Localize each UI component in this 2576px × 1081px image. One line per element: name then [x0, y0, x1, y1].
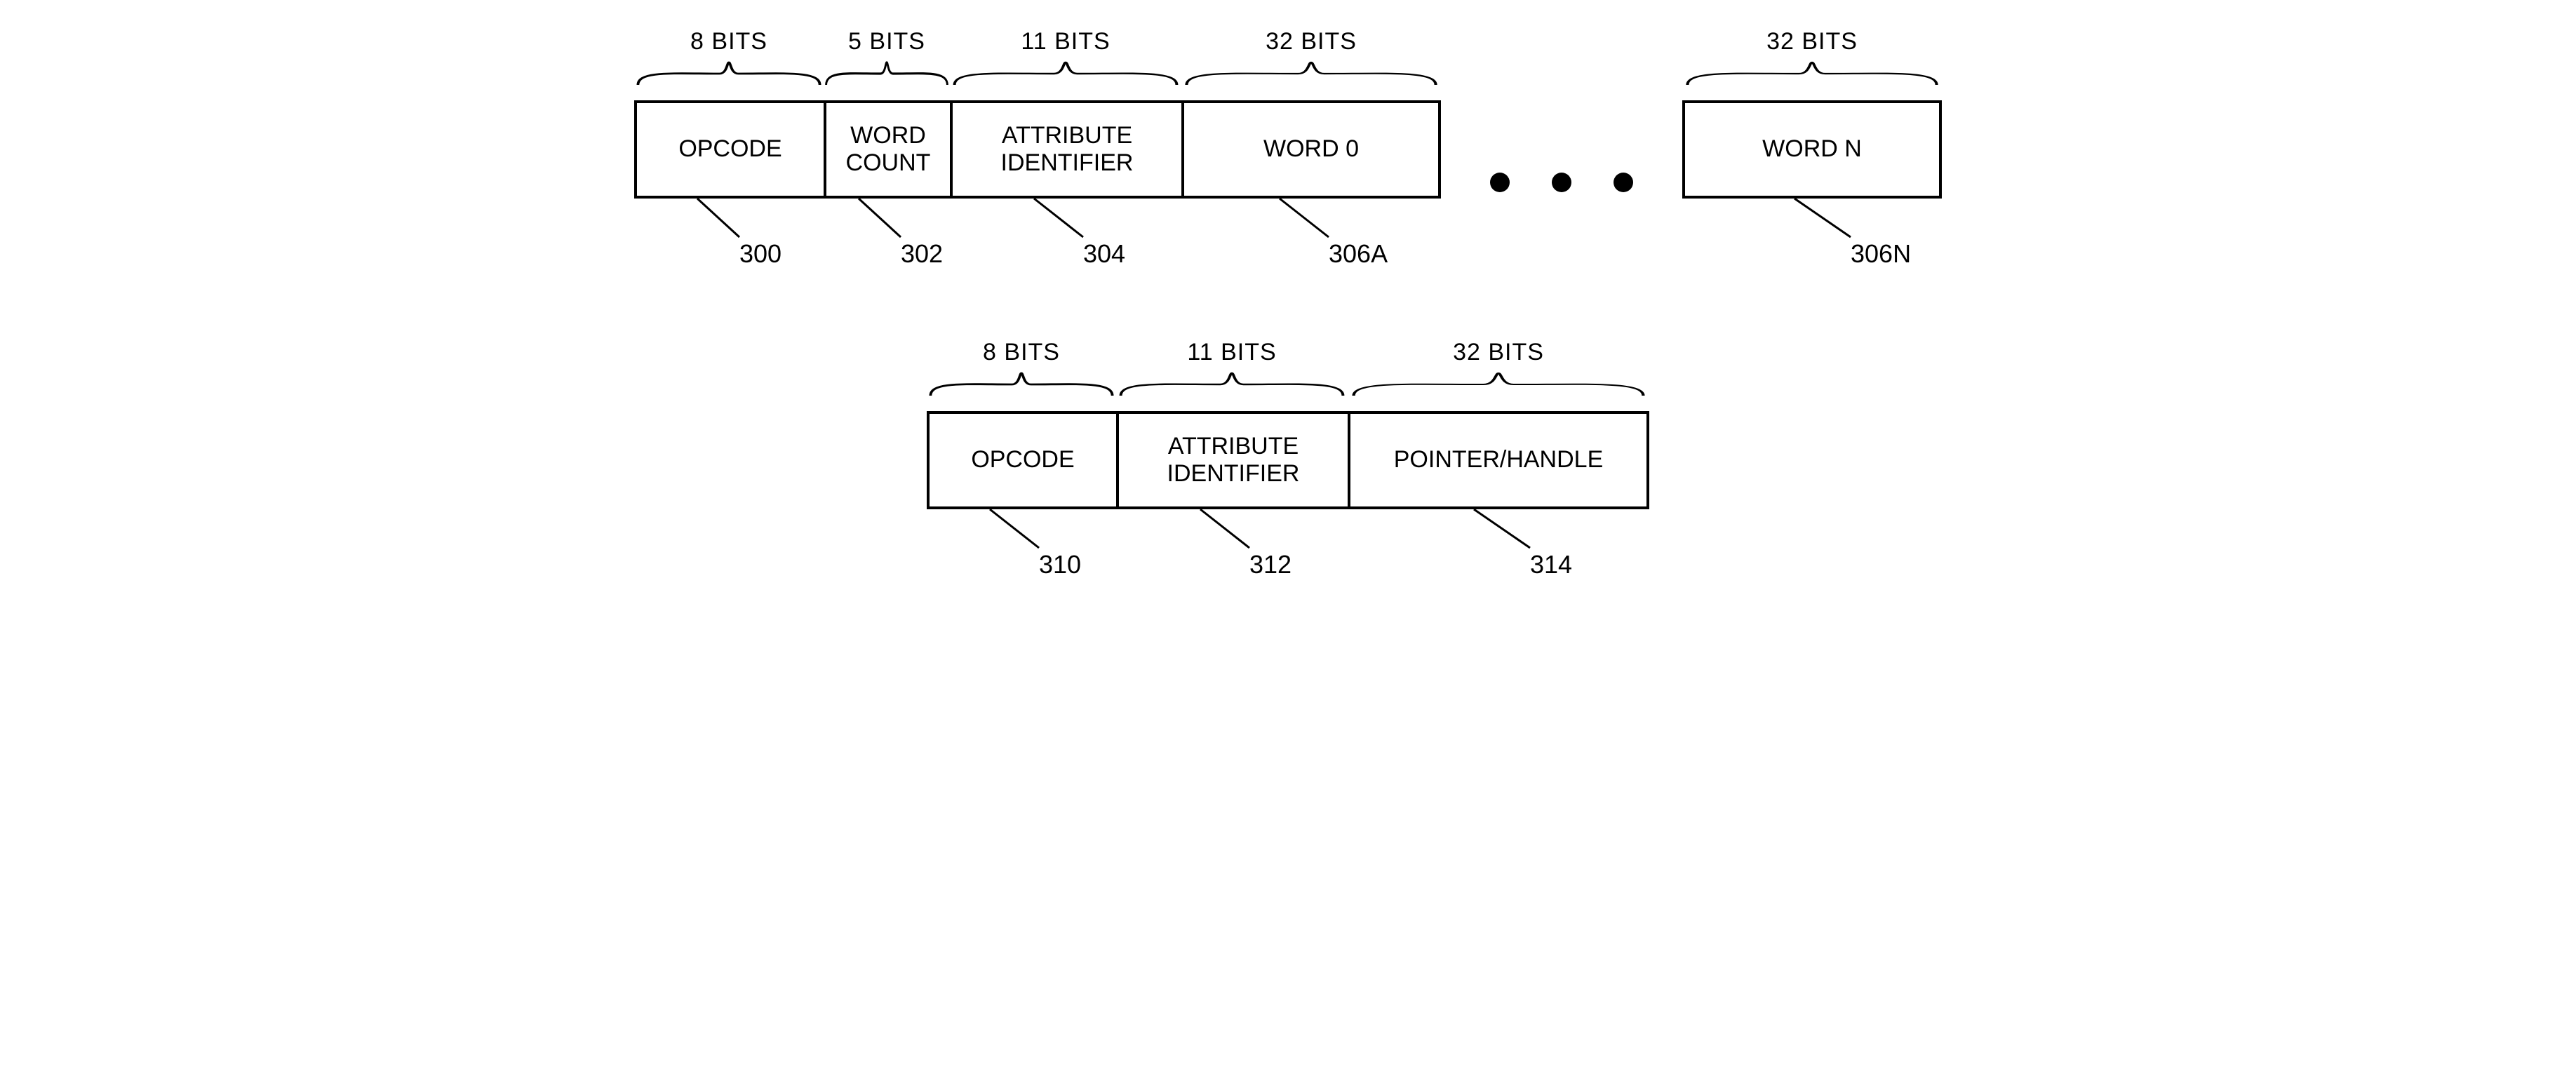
field-word0: 32 BITS WORD 0 306A [1181, 28, 1441, 255]
field-wordn: 32 BITS WORD N 306N [1682, 28, 1942, 255]
brace-icon [950, 60, 1181, 88]
cell-label: POINTER/HANDLE [1348, 411, 1649, 509]
bits-label: 32 BITS [1348, 339, 1649, 366]
brace-icon [824, 60, 950, 88]
dot-icon [1614, 173, 1633, 192]
bits-label: 8 BITS [634, 28, 824, 55]
field-attribute-id: 11 BITS ATTRIBUTE IDENTIFIER 304 [950, 28, 1181, 255]
field-opcode: 8 BITS OPCODE 300 [634, 28, 824, 255]
cell-label: OPCODE [927, 411, 1116, 509]
ref-leader: 304 [950, 199, 1181, 255]
ref-leader: 302 [824, 199, 950, 255]
field-opcode-2: 8 BITS OPCODE 310 [927, 339, 1116, 565]
ref-number: 306A [1329, 239, 1388, 269]
ref-number: 312 [1249, 550, 1292, 579]
ref-number: 306N [1851, 239, 1911, 269]
brace-icon [1682, 60, 1942, 88]
field-attribute-id-2: 11 BITS ATTRIBUTE IDENTIFIER 312 [1116, 339, 1348, 565]
cell-label: OPCODE [634, 100, 824, 199]
dot-icon [1490, 173, 1510, 192]
ref-leader: 306N [1682, 199, 1942, 255]
field-pointer-handle: 32 BITS POINTER/HANDLE 314 [1348, 339, 1649, 565]
ref-leader: 300 [634, 199, 824, 255]
bits-label: 11 BITS [950, 28, 1181, 55]
brace-icon [1116, 370, 1348, 398]
bits-label: 8 BITS [927, 339, 1116, 366]
brace-icon [1181, 60, 1441, 88]
format-row-1: 8 BITS OPCODE 300 5 BITS WORD COUNT 302 … [28, 28, 2548, 255]
format-row-2: 8 BITS OPCODE 310 11 BITS ATTRIBUTE IDEN… [28, 339, 2548, 565]
cell-label: ATTRIBUTE IDENTIFIER [950, 100, 1181, 199]
ellipsis-dots [1490, 52, 1633, 231]
ref-number: 314 [1530, 550, 1572, 579]
cell-label: WORD 0 [1181, 100, 1441, 199]
brace-icon [634, 60, 824, 88]
ref-number: 304 [1083, 239, 1125, 269]
bits-label: 32 BITS [1682, 28, 1942, 55]
field-word-count: 5 BITS WORD COUNT 302 [824, 28, 950, 255]
ref-number: 300 [739, 239, 781, 269]
ref-leader: 306A [1181, 199, 1441, 255]
ref-leader: 312 [1116, 509, 1348, 565]
cell-label: WORD COUNT [824, 100, 950, 199]
cell-label: WORD N [1682, 100, 1942, 199]
bits-label: 5 BITS [824, 28, 950, 55]
bits-label: 32 BITS [1181, 28, 1441, 55]
ref-leader: 310 [927, 509, 1116, 565]
ref-number: 302 [901, 239, 943, 269]
ref-leader: 314 [1348, 509, 1649, 565]
cell-label: ATTRIBUTE IDENTIFIER [1116, 411, 1348, 509]
brace-icon [927, 370, 1116, 398]
ref-number: 310 [1039, 550, 1081, 579]
dot-icon [1552, 173, 1571, 192]
brace-icon [1348, 370, 1649, 398]
bits-label: 11 BITS [1116, 339, 1348, 366]
